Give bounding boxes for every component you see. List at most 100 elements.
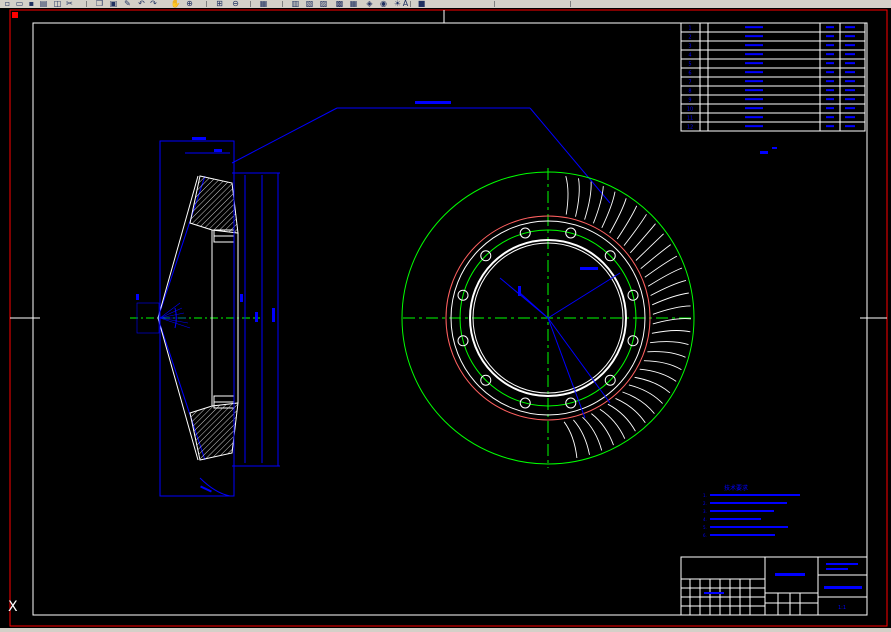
sheet-set-icon[interactable]: ▨ [318, 0, 329, 8]
title-block-scale: 1:1 [838, 605, 846, 611]
design-center-icon[interactable]: ▥ [290, 0, 301, 8]
parameter-table-row-name [745, 98, 763, 101]
title-block: 1:1 [680, 556, 868, 616]
gear-tooth [615, 397, 646, 424]
parameter-table-row-symbol [826, 107, 834, 110]
properties-icon[interactable]: ▦ [258, 0, 269, 8]
gear-tooth [629, 223, 656, 254]
gear-tooth [643, 360, 682, 370]
toolbar-separator [282, 1, 283, 7]
parameter-table-row-index: 8 [688, 88, 691, 94]
new-icon[interactable]: ▫ [2, 0, 13, 8]
redo-icon[interactable]: ↷ [148, 0, 159, 8]
save-icon[interactable]: ▪ [26, 0, 37, 8]
tooth-section-upper [189, 175, 239, 234]
parameter-table-row-symbol [826, 35, 834, 38]
title-block-designer-text [704, 592, 724, 594]
parameter-table-row-index: 3 [688, 43, 691, 49]
gear-tooth [616, 205, 638, 240]
open-icon[interactable]: ▭ [14, 0, 25, 8]
multiline-text-button[interactable]: A [400, 0, 411, 8]
copy-icon[interactable]: ❐ [94, 0, 105, 8]
zoom-realtime-icon[interactable]: ⊕ [184, 0, 195, 8]
gear-tooth [592, 186, 604, 224]
parameter-table-row-value [845, 35, 855, 38]
parameter-table-row-value [845, 71, 855, 74]
layer-color-icon[interactable]: ■ [416, 0, 427, 8]
parameter-table-row-value [845, 89, 855, 92]
dim-label-diameter-b [255, 312, 258, 322]
toolbar-separator [250, 1, 251, 7]
gear-tooth [635, 233, 664, 261]
gear-tooth [565, 175, 569, 215]
tech-requirements-title: 技术要求 [724, 484, 748, 492]
parameter-table-row-symbol [826, 89, 834, 92]
parameter-table-row-index: 4 [688, 52, 691, 58]
radius-leader-d [547, 317, 586, 419]
title-block-drawing-name-text [824, 586, 862, 589]
pan-icon[interactable]: ✋ [170, 0, 181, 8]
quick-calc-icon[interactable]: ▦ [348, 0, 359, 8]
parameter-table-row-name [745, 44, 763, 47]
gear-tooth [652, 292, 689, 306]
cut-icon[interactable]: ✂ [64, 0, 75, 8]
dim-label-face [192, 137, 206, 140]
tooth-section-lower [189, 402, 239, 461]
parameter-table-row-name [745, 71, 763, 74]
gear-tooth [575, 178, 580, 217]
gear-tooth [652, 305, 691, 315]
parameter-table-row-value [845, 107, 855, 110]
layer-state-icon[interactable]: ◉ [378, 0, 389, 8]
tech-requirements: 技术要求 1. 2. 3. 4. 5. 6. [703, 484, 800, 538]
parameter-table-row-name [745, 116, 763, 119]
gear-tooth [651, 330, 691, 334]
paste-icon[interactable]: ▣ [108, 0, 119, 8]
preview-icon[interactable]: ◫ [52, 0, 63, 8]
parameter-table-row-name [745, 26, 763, 29]
radius-label-b [518, 286, 521, 296]
match-properties-icon[interactable]: ✎ [122, 0, 133, 8]
parameter-table-row-index: 5 [688, 61, 691, 67]
dim-label-angle [136, 294, 139, 300]
print-icon[interactable]: ▤ [38, 0, 49, 8]
undo-icon[interactable]: ↶ [136, 0, 147, 8]
back-cone-line-lower [157, 317, 199, 461]
tool-palettes-icon[interactable]: ▧ [304, 0, 315, 8]
parameter-table-row-symbol [826, 71, 834, 74]
status-bar [0, 628, 891, 632]
parameter-table-row-value [845, 116, 855, 119]
angle-arc-outer [199, 477, 231, 497]
toolbar-separator [206, 1, 207, 7]
gear-tooth [563, 421, 578, 459]
tech-requirement-line-text [710, 510, 774, 512]
radius-leader-e [547, 272, 621, 319]
parameter-table-row-symbol [826, 62, 834, 65]
markup-icon[interactable]: ▩ [334, 0, 345, 8]
parameter-table-row-name [745, 125, 763, 128]
zoom-previous-icon[interactable]: ⊖ [230, 0, 241, 8]
parameter-table-row-symbol [826, 125, 834, 128]
roughness-value [772, 147, 777, 149]
gear-tooth [652, 318, 692, 325]
gear-tooth [584, 181, 592, 220]
standard-toolbar: ▫ ▭ ▪ ▤ ◫ ✂ ❐ ▣ ✎ ↶ ↷ ✋ ⊕ ⊞ ⊖ ▦ ▥ ▧ ▨ ▩ ▦ ◈ ◉ ☀ ■ A [0, 0, 891, 8]
tech-requirement-line-text [710, 526, 788, 528]
tech-requirement-line-text [710, 534, 775, 536]
tech-requirement-line-text [710, 502, 787, 504]
parameter-table-row-symbol [826, 80, 834, 83]
parameter-table-row-value [845, 98, 855, 101]
parameter-table-row-name [745, 80, 763, 83]
parameter-table-row-index: 7 [688, 79, 691, 85]
parameter-table-row-value [845, 44, 855, 47]
leader-line-right [529, 107, 611, 204]
layer-manager-icon[interactable]: ◈ [364, 0, 375, 8]
dim-label-diameter-a [240, 294, 243, 302]
parameter-table-row-symbol [826, 116, 834, 119]
parameter-table-row-symbol [826, 44, 834, 47]
zoom-window-icon[interactable]: ⊞ [214, 0, 225, 8]
parameter-table-row-value [845, 125, 855, 128]
parameter-table-row-index: 2 [688, 34, 691, 40]
roughness-note [760, 151, 768, 154]
parameter-table-row-value [845, 26, 855, 29]
drawing-canvas[interactable]: 1 2 3 4 5 6 7 8 9 10 11 12 技术要求 1. 2. 3. 4. 5. 6. 1:1… [0, 8, 891, 628]
